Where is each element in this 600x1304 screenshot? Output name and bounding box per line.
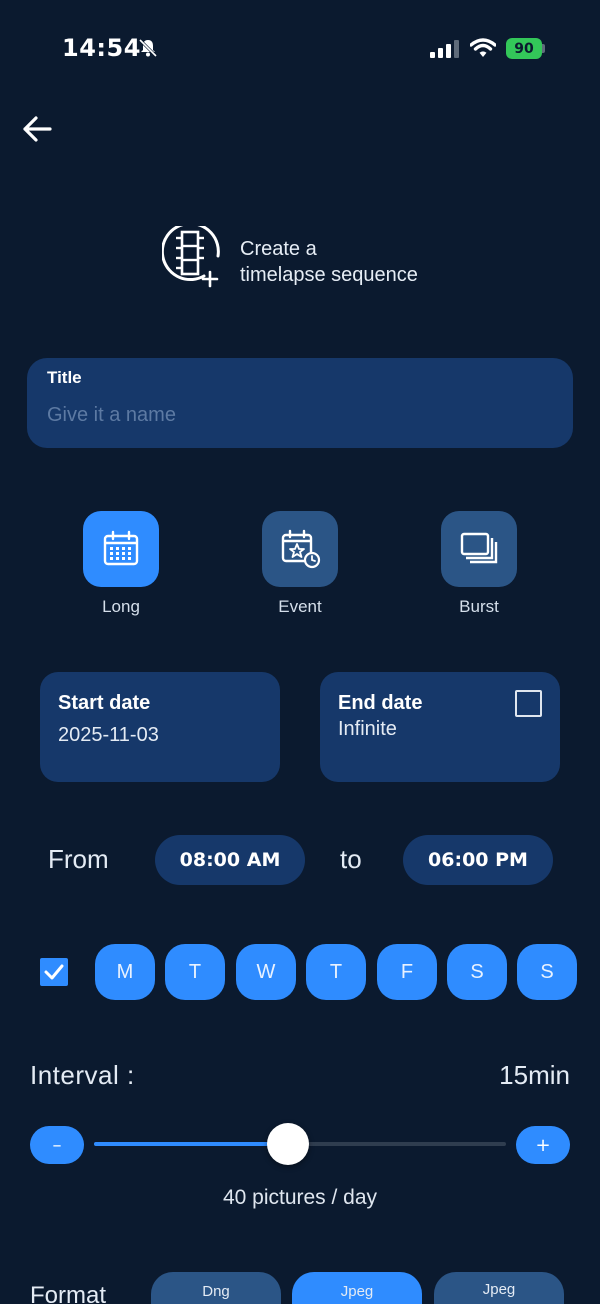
calendar-icon xyxy=(103,530,139,566)
format-dng-button[interactable]: Dng xyxy=(151,1272,281,1304)
format-jpeg-button[interactable]: Jpeg xyxy=(292,1272,422,1304)
back-arrow-icon[interactable] xyxy=(20,112,54,146)
interval-increase-button[interactable]: + xyxy=(516,1126,570,1164)
checkmark-icon xyxy=(44,964,64,980)
day-sunday[interactable]: S xyxy=(517,944,577,1000)
interval-slider-fill xyxy=(94,1142,288,1146)
day-thursday[interactable]: T xyxy=(306,944,366,1000)
end-date-checkbox[interactable] xyxy=(515,690,542,717)
interval-decrease-button[interactable]: – xyxy=(30,1126,84,1164)
signal-icon xyxy=(430,40,459,58)
mode-event-box[interactable] xyxy=(262,511,338,587)
title-field[interactable]: Title xyxy=(27,358,573,448)
battery-indicator: 90 xyxy=(506,38,542,59)
interval-label: Interval : xyxy=(30,1060,135,1090)
to-time-button[interactable]: 06:00 PM xyxy=(403,835,553,885)
status-time: 14:54 xyxy=(62,34,141,62)
page-title: Create a timelapse sequence xyxy=(240,236,418,288)
mode-burst-box[interactable] xyxy=(441,511,517,587)
pictures-per-day: 40 pictures / day xyxy=(222,1186,378,1209)
page-title-line2: timelapse sequence xyxy=(240,264,418,286)
wifi-icon xyxy=(470,38,496,57)
format-jpeg-plus-button[interactable]: Jpeg xyxy=(434,1272,564,1304)
title-input[interactable] xyxy=(47,400,547,430)
format-label: Format xyxy=(30,1282,107,1304)
title-label: Title xyxy=(47,368,82,387)
film-add-icon xyxy=(162,226,220,288)
end-date-label: End date xyxy=(338,692,423,714)
day-friday[interactable]: F xyxy=(377,944,437,1000)
mode-long-button[interactable]: Long xyxy=(83,511,159,617)
mode-event-button[interactable]: Event xyxy=(262,511,338,617)
page-title-line1: Create a xyxy=(240,238,317,260)
day-wednesday[interactable]: W xyxy=(236,944,296,1000)
from-time-button[interactable]: 08:00 AM xyxy=(155,835,305,885)
stack-icon xyxy=(460,532,498,564)
mode-event-label: Event xyxy=(278,597,322,616)
mode-burst-button[interactable]: Burst xyxy=(441,511,517,617)
end-date-value: Infinite xyxy=(338,718,397,740)
interval-value: 15min xyxy=(499,1060,570,1090)
start-date-card[interactable]: Start date 2025-11-03 xyxy=(40,672,280,782)
day-tuesday[interactable]: T xyxy=(165,944,225,1000)
calendar-star-icon xyxy=(281,529,321,569)
bell-muted-icon xyxy=(138,38,158,58)
end-date-card[interactable]: End date Infinite xyxy=(320,672,560,782)
day-saturday[interactable]: S xyxy=(447,944,507,1000)
day-monday[interactable]: M xyxy=(95,944,155,1000)
all-days-checkbox[interactable] xyxy=(40,958,68,986)
interval-slider-thumb[interactable] xyxy=(266,1123,309,1165)
to-label: to xyxy=(340,844,362,874)
mode-burst-label: Burst xyxy=(459,597,499,616)
start-date-label: Start date xyxy=(58,692,151,714)
mode-long-box[interactable] xyxy=(83,511,159,587)
from-label: From xyxy=(48,844,109,874)
battery-tip xyxy=(542,44,545,53)
mode-long-label: Long xyxy=(102,597,140,616)
start-date-value: 2025-11-03 xyxy=(58,724,159,746)
